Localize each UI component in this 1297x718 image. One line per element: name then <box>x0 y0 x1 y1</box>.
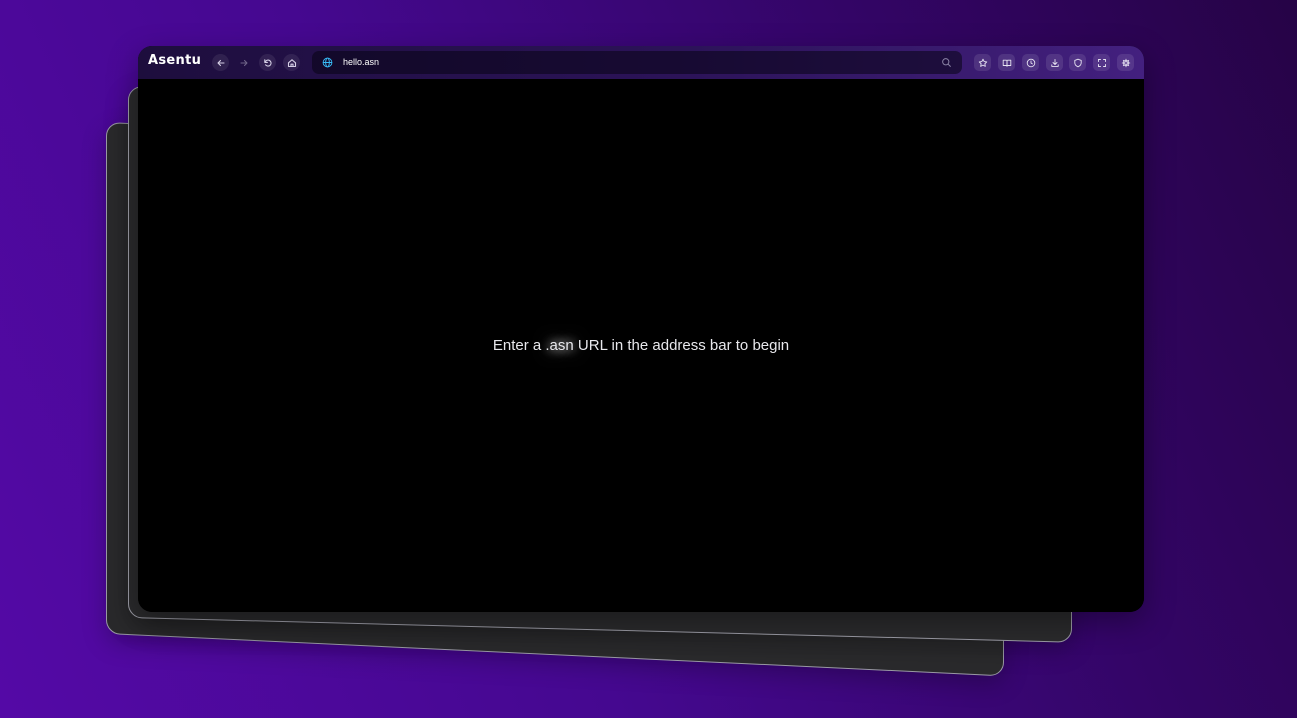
fullscreen-button[interactable] <box>1093 54 1110 71</box>
page-viewport: Enter a .asn URL in the address bar to b… <box>138 79 1144 612</box>
home-button[interactable] <box>283 54 300 71</box>
download-icon <box>1050 58 1059 67</box>
fullscreen-icon <box>1097 58 1106 67</box>
reload-icon <box>263 58 272 67</box>
arrow-right-icon <box>239 59 248 66</box>
star-icon <box>978 58 987 67</box>
clock-icon <box>1026 58 1035 67</box>
downloads-button[interactable] <box>1046 54 1063 71</box>
message-prefix: Enter a <box>492 337 546 354</box>
brand-logo: Asentu <box>148 53 202 68</box>
shield-icon <box>1073 58 1082 67</box>
book-icon <box>1002 59 1011 67</box>
forward-button[interactable] <box>235 54 252 71</box>
arrow-left-icon <box>216 59 225 66</box>
reading-list-button[interactable] <box>998 54 1015 71</box>
reload-button[interactable] <box>259 54 276 71</box>
gear-icon <box>1121 58 1130 67</box>
browser-toolbar: Asentu hello.asn <box>138 46 1144 79</box>
message-suffix: URL in the address bar to begin <box>573 337 790 354</box>
home-icon <box>287 58 296 67</box>
browser-window: Asentu hello.asn Enter a .asn URL in the… <box>138 46 1144 612</box>
empty-state-message: Enter a .asn URL in the address bar to b… <box>138 337 1144 354</box>
back-button[interactable] <box>212 54 229 71</box>
history-button[interactable] <box>1022 54 1039 71</box>
bookmark-button[interactable] <box>974 54 991 71</box>
message-highlight-tld: .asn <box>545 337 574 354</box>
address-bar[interactable]: hello.asn <box>312 51 962 74</box>
search-icon[interactable] <box>941 57 952 68</box>
settings-button[interactable] <box>1117 54 1134 71</box>
shield-button[interactable] <box>1069 54 1086 71</box>
url-text: hello.asn <box>343 57 380 67</box>
globe-icon <box>322 57 333 68</box>
